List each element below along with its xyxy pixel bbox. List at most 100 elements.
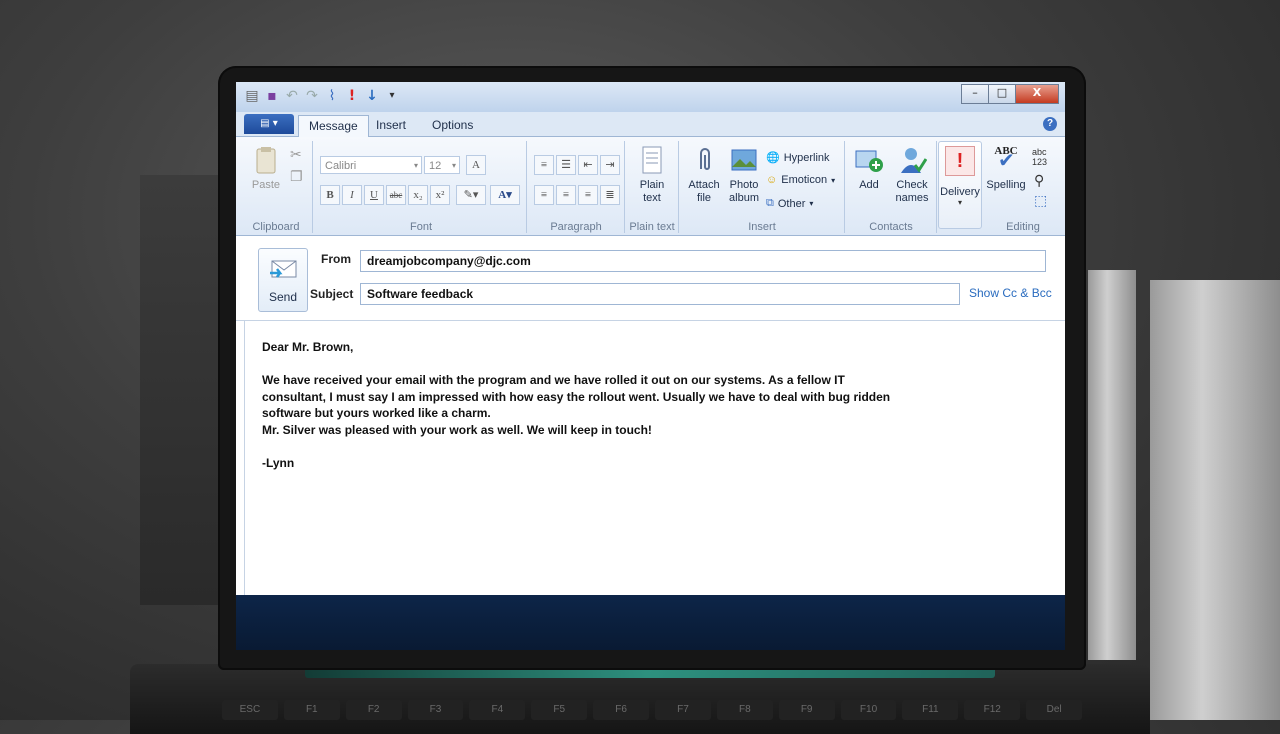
numbered-list-icon[interactable]: ≡ [534,155,554,175]
paste-icon [256,147,276,174]
body-paragraph-1: We have received your email with the pro… [262,373,891,420]
function-key-row: ESC F1 F2 F3 F4 F5 F6 F7 F8 F9 F10 F11 F12 Del [222,700,1083,720]
insert-group-label: Insert [748,221,776,233]
paste-button[interactable]: Paste [248,145,284,192]
add-contact-button[interactable]: Add [850,145,888,192]
italic-icon[interactable]: I [342,185,362,205]
keyboard-key: F4 [469,700,526,720]
clipboard-group-label: Clipboard [252,221,300,233]
redo-icon[interactable]: ↷ [304,88,320,104]
font-size-select[interactable]: 12 ▾ [424,156,460,174]
grow-font-icon[interactable]: A [466,155,486,175]
select-icon[interactable]: ⬚ [1034,193,1047,209]
other-button[interactable]: ⧉ Other ▾ [766,197,813,210]
tab-message[interactable]: Message [298,115,369,137]
thesaurus-icon[interactable]: abc 123 [1032,147,1047,167]
show-cc-bcc-link[interactable]: Show Cc & Bcc [969,286,1052,300]
subject-field[interactable]: Software feedback [360,283,960,305]
add-contact-icon [855,150,883,172]
help-icon[interactable]: ? [1043,117,1057,131]
check-names-icon [901,148,927,173]
underline-icon[interactable]: U [364,185,384,205]
bullet-list-icon[interactable]: ☰ [556,155,576,175]
message-header: Send From dreamjobcompany@djc.com Subjec… [236,236,1065,321]
align-center-icon[interactable]: ≡ [556,185,576,205]
bold-icon[interactable]: B [320,185,340,205]
keyboard-key: F12 [964,700,1021,720]
cut-icon[interactable]: ✂ [290,147,302,163]
check-names-button[interactable]: Check names [892,145,932,205]
chevron-down-icon: ▾ [957,198,962,207]
contacts-group: Add Check names Contacts [846,141,937,233]
delivery-label: Delivery [940,186,980,198]
paragraph-group: ≡ ☰ ⇤ ⇥ ≡ ≡ ≡ ≣ Paragraph [528,141,625,233]
increase-indent-icon[interactable]: ⇥ [600,155,620,175]
highlight-icon[interactable]: ✎▾ [456,185,486,205]
undo-icon[interactable]: ↶ [284,88,300,104]
copy-icon[interactable]: ❐ [290,169,303,185]
save-icon[interactable]: ▪ [264,88,280,104]
tab-options[interactable]: Options [422,115,483,136]
attach-file-button[interactable]: Attach file [684,145,724,205]
justify-icon[interactable]: ≣ [600,185,620,205]
tab-insert[interactable]: Insert [366,115,416,136]
from-field[interactable]: dreamjobcompany@djc.com [360,250,1046,272]
contacts-group-label: Contacts [869,221,913,233]
keyboard-key: F9 [778,700,835,720]
font-group: Calibri ▾ 12 ▾ A B I U abc x₂ x² ✎▾ A▾ Fon… [316,141,527,233]
paragraph-group-label: Paragraph [550,221,602,233]
book-1 [1088,270,1136,660]
message-body-editor[interactable]: Dear Mr. Brown, We have received your em… [244,321,1057,595]
chevron-down-icon: ▾ [831,175,836,185]
plain-text-button[interactable]: Plain text [632,145,672,205]
keyboard-key: F3 [407,700,464,720]
chevron-down-icon: ▾ [451,161,456,170]
emoticon-button[interactable]: ☺ Emoticon ▾ [766,174,835,186]
insert-group: Attach file Photo album 🌐 Hyperlink ☺ Emotic… [680,141,845,233]
find-icon[interactable]: ⚲ [1034,173,1044,189]
priority-low-icon[interactable]: ↓ [364,88,380,104]
strikethrough-icon[interactable]: abc [386,185,406,205]
priority-high-icon[interactable]: ! [344,88,360,104]
font-name-select[interactable]: Calibri ▾ [320,156,422,174]
message-body-text: Dear Mr. Brown, We have received your em… [262,339,902,471]
subscript-icon[interactable]: x₂ [408,185,428,205]
smiley-icon: ☺ [766,174,778,186]
checkmark-icon: ✔ [998,150,1015,172]
hyperlink-button[interactable]: 🌐 Hyperlink [766,151,830,165]
font-color-icon[interactable]: A▾ [490,185,520,205]
ribbon-tabs: ▤ ▾ Message Insert Options ? [236,112,1065,137]
minimize-button[interactable]: – [961,84,989,104]
book-2 [1150,280,1280,720]
superscript-icon[interactable]: x² [430,185,450,205]
spelling-button[interactable]: ABC ✔ Spelling [984,145,1028,192]
object-icon: ⧉ [766,197,774,209]
keyboard-key: F6 [593,700,650,720]
editing-group-label: Editing [1006,221,1040,233]
delivery-button[interactable]: ! Delivery ▾ [938,141,982,229]
priority-icon: ! [945,146,975,176]
align-right-icon[interactable]: ≡ [578,185,598,205]
keyboard-key: F8 [716,700,773,720]
window-controls: – □ X [961,84,1059,104]
chevron-down-icon: ▾ [809,199,814,208]
maximize-button[interactable]: □ [988,84,1016,104]
email-compose-window: ▤ ▪ ↶ ↷ ⌇ ! ↓ ▾ – □ X ▤ ▾ Message Insert… [236,82,1065,595]
file-menu-button[interactable]: ▤ ▾ [244,114,294,134]
globe-icon: 🌐 [766,152,780,164]
customize-dropdown-icon[interactable]: ▾ [384,88,400,104]
photo-album-button[interactable]: Photo album [724,145,764,205]
taskbar [236,595,1065,650]
keyboard-key: F10 [840,700,897,720]
keyboard-key: F1 [283,700,340,720]
paperclip-icon [700,148,710,170]
attach-quick-icon[interactable]: ⌇ [324,88,340,104]
decrease-indent-icon[interactable]: ⇤ [578,155,598,175]
ribbon: Paste ✂ ❐ Clipboard Calibri ▾ 12 ▾ A B I U… [236,137,1065,236]
from-label: From [321,252,351,266]
laptop-screen: ▤ ▪ ↶ ↷ ⌇ ! ↓ ▾ – □ X ▤ ▾ Message Insert… [236,82,1065,650]
close-button[interactable]: X [1015,84,1059,104]
send-button[interactable]: Send [258,248,308,312]
keyboard-key: Del [1026,700,1083,720]
align-left-icon[interactable]: ≡ [534,185,554,205]
